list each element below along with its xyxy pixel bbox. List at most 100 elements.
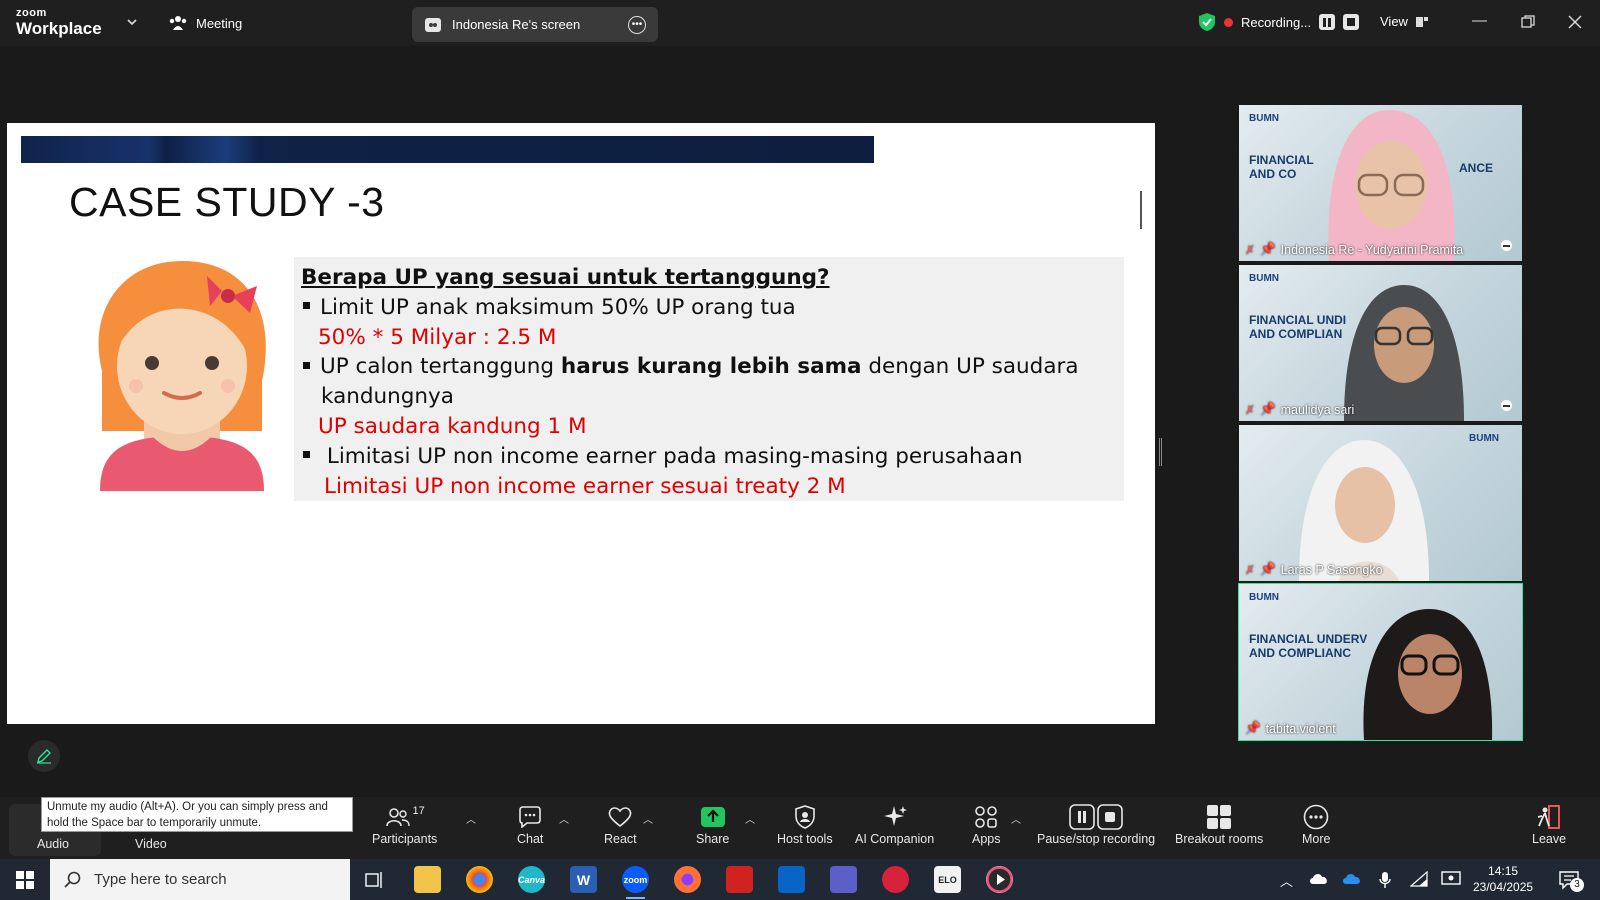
host-tools-button[interactable]: Host tools: [777, 802, 833, 846]
clock-time: 14:15: [1488, 864, 1519, 878]
onedrive-personal-icon[interactable]: [1309, 871, 1329, 885]
word-icon[interactable]: W: [570, 866, 597, 893]
participant-video-2: [1344, 285, 1464, 421]
slide-question: Berapa UP yang sesuai untuk tertanggung?: [301, 265, 830, 290]
canva-icon[interactable]: Canva: [518, 866, 545, 893]
breakout-rooms-label: Breakout rooms: [1175, 832, 1264, 846]
breakout-rooms-icon: [1207, 805, 1232, 829]
minimize-icon[interactable]: —: [1472, 12, 1487, 29]
bullet-square-icon: [303, 451, 310, 459]
play-icon: [986, 866, 1013, 893]
apps-caret-icon[interactable]: ︿: [1011, 811, 1021, 826]
search-placeholder: Type here to search: [94, 871, 227, 888]
video-button[interactable]: Video: [135, 837, 167, 851]
taskbar-search-box[interactable]: Type here to search: [50, 859, 350, 900]
chrome-icon[interactable]: [466, 866, 493, 893]
firefox-icon[interactable]: [674, 866, 701, 893]
restore-icon[interactable]: [1521, 15, 1535, 29]
top-bar: zoom Workplace Meeting Indonesia Re's sc…: [0, 0, 1600, 46]
apps-button[interactable]: Apps: [972, 802, 1001, 846]
react-caret-icon[interactable]: ︿: [643, 811, 653, 826]
leave-door-icon: [1537, 805, 1560, 829]
video-tile-3[interactable]: BUMN ✗ 📌 Laras P Sasongko: [1239, 425, 1522, 581]
onedrive-business-icon[interactable]: [1342, 871, 1362, 885]
screen-share-pill[interactable]: Indonesia Re's screen •••: [412, 7, 658, 42]
teams-icon[interactable]: [830, 866, 857, 893]
pin-icon: 📌: [1260, 562, 1276, 576]
bullet-3-text: Limitasi UP non income earner pada masin…: [320, 443, 1023, 469]
stop-recording-button[interactable]: [1343, 14, 1360, 30]
participants-caret-icon[interactable]: ︿: [466, 811, 476, 826]
share-button[interactable]: Share: [696, 802, 729, 846]
pause-stop-recording-button[interactable]: Pause/stop recording: [1037, 802, 1155, 846]
chat-button[interactable]: Chat: [517, 802, 543, 846]
video-tile-1[interactable]: BUMN FINANCIAL AND CO ANCE ✗ 📌 Indonesia Re…: [1239, 105, 1522, 261]
answer-3: Limitasi UP non income earner sesuai tre…: [324, 473, 846, 499]
participant-video-1: [1328, 110, 1455, 261]
panel-splitter-handle[interactable]: [1159, 438, 1162, 466]
notification-badge: 3: [1570, 878, 1584, 892]
media-player-icon[interactable]: [986, 866, 1013, 893]
more-button[interactable]: More: [1302, 802, 1330, 846]
muted-mic-icon: ✗: [1245, 242, 1256, 257]
meeting-menu[interactable]: Meeting: [168, 14, 242, 32]
close-icon[interactable]: [1568, 15, 1582, 29]
chevron-down-icon[interactable]: [126, 16, 138, 28]
video-tile-2[interactable]: BUMN FINANCIAL UNDI AND COMPLIAN ✗ 📌 maulid…: [1239, 265, 1522, 421]
answer-2: UP saudara kandung 1 M: [318, 413, 587, 439]
participant-name: maulidya sari: [1280, 402, 1355, 417]
video-tile-4-active-speaker[interactable]: BUMN FINANCIAL UNDERV AND COMPLIANC 📌 tabi…: [1238, 583, 1523, 741]
share-caret-icon[interactable]: ︿: [745, 811, 755, 826]
sparkle-icon: [883, 806, 907, 826]
screen-share-icon: [425, 17, 441, 32]
apps-icon: [975, 806, 998, 828]
tile-options-icon[interactable]: [1501, 240, 1512, 251]
annotate-button[interactable]: [28, 740, 60, 772]
microphone-icon[interactable]: [1379, 871, 1391, 889]
heart-icon: [608, 807, 632, 828]
chat-caret-icon[interactable]: ︿: [559, 811, 569, 826]
ai-companion-button[interactable]: AI Companion: [855, 802, 934, 846]
chat-icon: [519, 806, 542, 828]
bumn-logo: BUMN: [1249, 273, 1279, 284]
ai-companion-label: AI Companion: [855, 832, 935, 846]
security-app-icon[interactable]: [882, 866, 909, 893]
chat-label: Chat: [517, 832, 544, 846]
notification-center[interactable]: 3: [1559, 870, 1584, 895]
leave-button[interactable]: Leave: [1532, 802, 1566, 846]
display-icon[interactable]: [1441, 871, 1461, 887]
bullet-3: Limitasi UP non income earner pada masin…: [301, 442, 1117, 472]
pin-icon: 📌: [1245, 721, 1261, 735]
encryption-shield-icon[interactable]: [1198, 12, 1216, 32]
participants-button[interactable]: 17 Participants: [372, 802, 437, 846]
banner-line-1: FINANCIAL: [1249, 153, 1314, 167]
participants-icon: [385, 808, 410, 827]
apps-label: Apps: [972, 832, 1001, 846]
acrobat-icon[interactable]: [726, 866, 753, 893]
zoom-taskbar-icon[interactable]: zoom: [622, 866, 649, 899]
outlook-icon[interactable]: [778, 866, 805, 893]
elo-app-icon[interactable]: ELO: [934, 866, 961, 893]
tile-options-icon[interactable]: [1501, 400, 1512, 411]
pause-icon: [1323, 17, 1332, 27]
zoom-window: zoom Workplace Meeting Indonesia Re's sc…: [0, 0, 1600, 900]
file-explorer-icon[interactable]: [414, 866, 441, 893]
task-view-icon[interactable]: [365, 871, 385, 889]
more-options-icon[interactable]: •••: [628, 15, 646, 34]
bullet-square-icon: [303, 361, 310, 369]
shared-slide: CASE STUDY -3 Berapa UP yang sesuai untu…: [7, 123, 1155, 724]
windows-start-icon[interactable]: [16, 871, 34, 889]
view-menu[interactable]: View: [1380, 14, 1428, 29]
breakout-rooms-button[interactable]: Breakout rooms: [1175, 802, 1263, 846]
taskbar-clock[interactable]: 14:15 23/04/2025: [1473, 863, 1533, 895]
share-screen-icon: [700, 807, 725, 827]
recording-label: Recording...: [1241, 14, 1312, 30]
pause-recording-button[interactable]: [1319, 14, 1336, 30]
participant-label: ✗ 📌 Indonesia Re - Yudyarini Pramita: [1245, 242, 1463, 257]
wifi-icon[interactable]: [1410, 871, 1428, 887]
participant-name: tabita.violent: [1265, 721, 1336, 736]
react-button[interactable]: React: [604, 802, 637, 846]
tray-chevron-icon[interactable]: ︿: [1280, 871, 1293, 890]
zoom-logo: zoom Workplace: [16, 8, 102, 38]
banner-line-2: AND COMPLIANC: [1249, 646, 1351, 660]
